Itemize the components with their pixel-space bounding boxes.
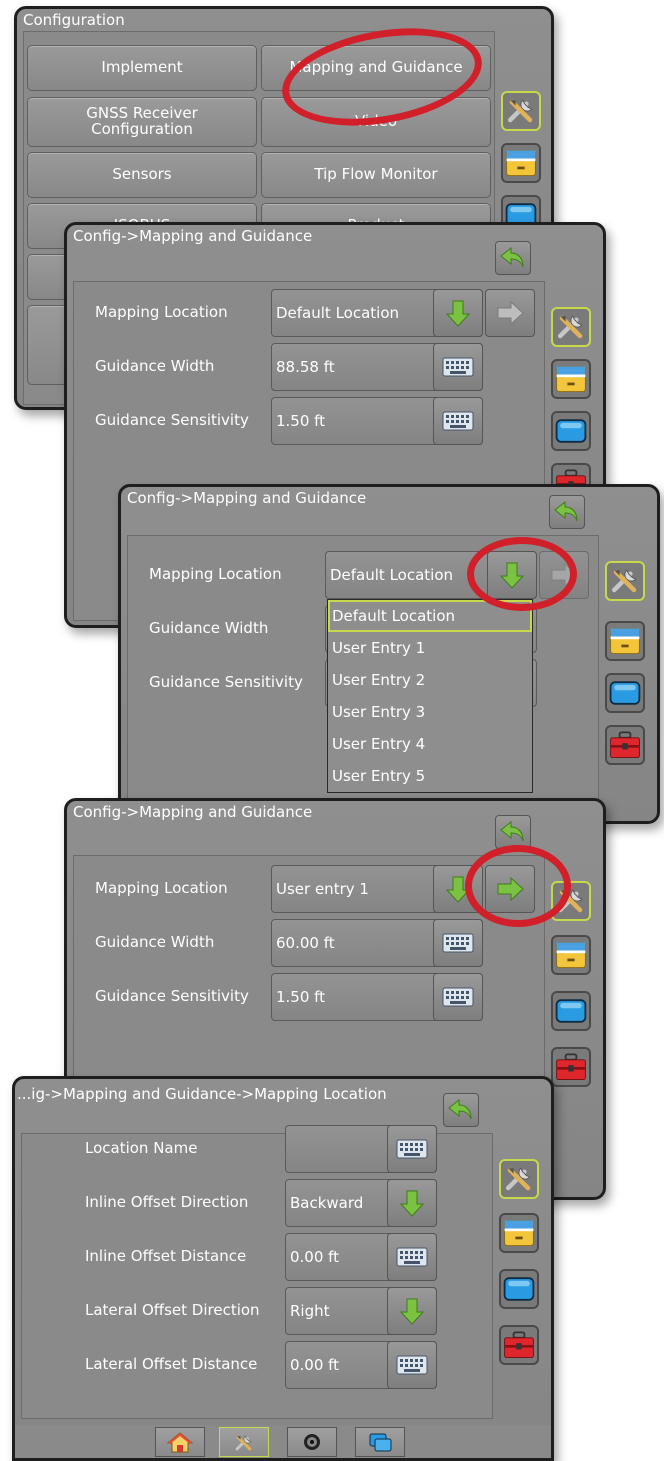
dropdown-option[interactable]: User Entry 1 — [328, 632, 532, 664]
inline-offset-distance-label: Inline Offset Distance — [85, 1247, 247, 1265]
lateral-offset-distance-label: Lateral Offset Distance — [85, 1355, 258, 1373]
next-arrow-button[interactable] — [485, 289, 535, 337]
keyboard-button[interactable] — [433, 343, 483, 391]
guidance-sensitivity-label: Guidance Sensitivity — [95, 987, 249, 1005]
highlight-ellipse — [465, 845, 571, 927]
inline-offset-direction-label: Inline Offset Direction — [85, 1193, 249, 1211]
drawer-icon[interactable] — [551, 359, 591, 399]
screen-icon[interactable] — [551, 411, 591, 451]
mapping-location-label: Mapping Location — [149, 565, 282, 583]
layers-icon[interactable] — [355, 1427, 405, 1457]
tools-icon[interactable] — [501, 91, 541, 131]
page-title: Config->Mapping and Guidance — [127, 489, 367, 507]
keyboard-button[interactable] — [387, 1341, 437, 1389]
location-name-label: Location Name — [85, 1139, 198, 1157]
camera-icon[interactable] — [287, 1427, 337, 1457]
mapping-location-label: Mapping Location — [95, 879, 228, 897]
dropdown-option[interactable]: User Entry 4 — [328, 728, 532, 760]
dropdown-button[interactable] — [433, 289, 483, 337]
tools-icon[interactable] — [219, 1427, 269, 1457]
keyboard-button[interactable] — [433, 397, 483, 445]
gnss-receiver-button[interactable]: GNSS Receiver Configuration — [27, 97, 257, 147]
tools-icon[interactable] — [499, 1159, 539, 1199]
highlight-ellipse — [467, 537, 577, 611]
page-title: Configuration — [23, 11, 125, 29]
guidance-width-label: Guidance Width — [95, 357, 215, 375]
page-title: Config->Mapping and Guidance — [73, 227, 313, 245]
page-title: Config->Mapping and Guidance — [73, 803, 313, 821]
keyboard-button[interactable] — [387, 1125, 437, 1173]
guidance-width-label: Guidance Width — [149, 619, 269, 637]
toolbox-icon[interactable] — [605, 725, 645, 765]
drawer-icon[interactable] — [605, 621, 645, 661]
mapping-location-label: Mapping Location — [95, 303, 228, 321]
mapping-location-screen: ...ig->Mapping and Guidance->Mapping Loc… — [12, 1076, 554, 1461]
tools-icon[interactable] — [551, 307, 591, 347]
tools-icon[interactable] — [605, 561, 645, 601]
page-title: ...ig->Mapping and Guidance->Mapping Loc… — [17, 1085, 387, 1103]
home-icon[interactable] — [155, 1427, 205, 1457]
keyboard-button[interactable] — [433, 973, 483, 1021]
dropdown-option[interactable]: User Entry 3 — [328, 696, 532, 728]
guidance-sensitivity-label: Guidance Sensitivity — [95, 411, 249, 429]
toolbox-icon[interactable] — [551, 1047, 591, 1087]
sensors-button[interactable]: Sensors — [27, 152, 257, 198]
screen-icon[interactable] — [499, 1269, 539, 1309]
mapping-dropdown-screen: Config->Mapping and Guidance Mapping Loc… — [118, 484, 660, 824]
screen-icon[interactable] — [605, 673, 645, 713]
tip-flow-monitor-button[interactable]: Tip Flow Monitor — [261, 152, 491, 198]
dropdown-option[interactable]: User Entry 2 — [328, 664, 532, 696]
drawer-icon[interactable] — [499, 1213, 539, 1253]
toolbox-icon[interactable] — [499, 1325, 539, 1365]
screen-icon[interactable] — [551, 991, 591, 1031]
back-button[interactable] — [443, 1093, 479, 1127]
drawer-icon[interactable] — [551, 935, 591, 975]
bottom-tab-bar — [15, 1425, 551, 1458]
back-button[interactable] — [495, 815, 531, 849]
lateral-offset-direction-label: Lateral Offset Direction — [85, 1301, 260, 1319]
back-button[interactable] — [549, 495, 585, 529]
guidance-width-label: Guidance Width — [95, 933, 215, 951]
guidance-sensitivity-label: Guidance Sensitivity — [149, 673, 303, 691]
back-button[interactable] — [495, 241, 531, 275]
dropdown-option[interactable]: User Entry 5 — [328, 760, 532, 792]
mapping-location-dropdown: Default Location User Entry 1 User Entry… — [327, 599, 533, 793]
keyboard-button[interactable] — [433, 919, 483, 967]
dropdown-button[interactable] — [387, 1287, 437, 1335]
dropdown-button[interactable] — [387, 1179, 437, 1227]
implement-button[interactable]: Implement — [27, 45, 257, 91]
keyboard-button[interactable] — [387, 1233, 437, 1281]
drawer-icon[interactable] — [501, 143, 541, 183]
